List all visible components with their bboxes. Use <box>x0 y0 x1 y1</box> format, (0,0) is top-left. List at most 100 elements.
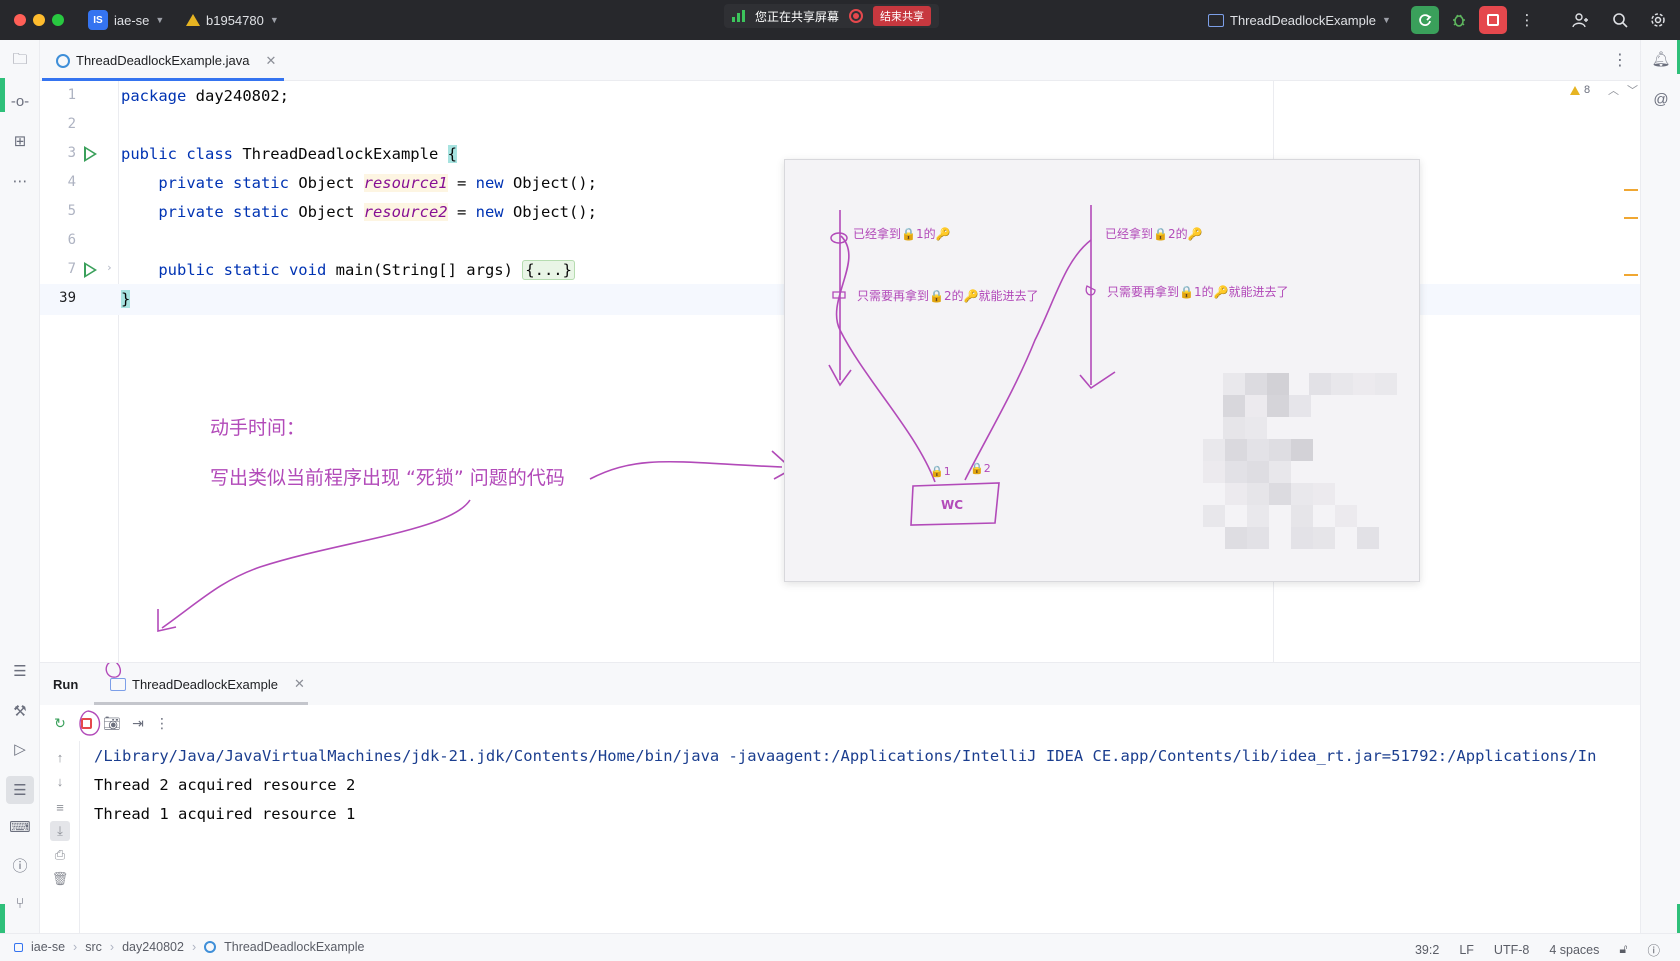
problems-tool-button[interactable]: ⓘ <box>9 854 31 876</box>
run-config-selector[interactable]: ThreadDeadlockExample ▼ <box>1208 10 1391 30</box>
rerun-button[interactable] <box>1411 6 1439 34</box>
terminal-icon: ⌨ <box>9 819 31 836</box>
run-tool-button[interactable]: ☰ <box>6 776 34 804</box>
search-button[interactable] <box>1606 6 1634 34</box>
add-user-button[interactable] <box>1566 6 1594 34</box>
console-line: Thread 2 acquired resource 2 <box>94 776 356 794</box>
terminal-tool-button[interactable]: ⌨ <box>9 816 31 838</box>
soft-wrap-button[interactable]: ≡ <box>50 797 70 817</box>
right-tool-strip: 🔔︎ @ <box>1640 40 1680 933</box>
recording-icon <box>849 9 864 23</box>
chevron-right-icon: › <box>191 940 197 954</box>
hammer-icon: ⚒ <box>13 703 27 720</box>
spiral-icon: @ <box>1653 90 1669 108</box>
branch-name: b1954780 <box>206 12 264 28</box>
stop-share-button[interactable]: 结束共享 <box>873 6 932 26</box>
services-icon: ▷ <box>14 741 26 758</box>
project-tool-button[interactable]: 🗀 <box>9 50 31 72</box>
console-line: Thread 1 acquired resource 1 <box>94 805 356 823</box>
share-status-text: 您正在共享屏幕 <box>755 9 840 24</box>
breadcrumb-item[interactable]: day240802 <box>122 940 184 954</box>
share-indicator <box>0 904 5 933</box>
more-vertical-icon: ⋮ <box>1612 52 1628 69</box>
debug-button[interactable] <box>1445 6 1473 34</box>
stop-button[interactable] <box>1479 6 1507 34</box>
breadcrumb-item[interactable]: iae-se <box>31 940 65 954</box>
tab-label: ThreadDeadlockExample.java <box>76 53 250 68</box>
settings-button[interactable] <box>1644 6 1672 34</box>
git-tool-button[interactable]: ⑂ <box>9 892 31 914</box>
scroll-up-button[interactable]: ↑ <box>50 747 70 767</box>
print-button[interactable]: ⎙ <box>50 845 70 865</box>
lock-1-label: 🔒1 <box>930 465 951 478</box>
vcs-branch-widget[interactable]: b1954780 ▼ <box>186 10 279 30</box>
annotation-circles <box>79 663 122 736</box>
commit-tool-button[interactable]: -o- <box>9 90 31 112</box>
printer-icon: ⎙ <box>54 847 66 862</box>
left-tool-strip: 🗀 -o- ⊞ ⋯ ☰ ⚒ ▷ ☰ ⌨ ⓘ ⑂ <box>0 40 40 933</box>
chevron-down-icon: ▼ <box>269 15 279 25</box>
stop-icon <box>1487 14 1499 26</box>
wrap-icon: ≡ <box>56 799 64 815</box>
scroll-to-end-button[interactable]: ⤓ <box>50 821 70 841</box>
wc-box-label: WC <box>941 498 964 512</box>
structure-tool-button[interactable]: ⊞ <box>9 130 31 152</box>
chevron-right-icon: › <box>73 940 78 954</box>
bell-icon: 🔔︎ <box>1651 51 1671 68</box>
scroll-down-button[interactable]: ↓ <box>50 771 70 791</box>
close-icon[interactable]: ✕ <box>265 53 276 69</box>
indent-setting[interactable]: 4 spaces <box>1549 943 1599 957</box>
warning-icon <box>186 14 200 26</box>
breadcrumb: iae-se › src › day240802 › ThreadDeadloc… <box>14 940 364 954</box>
project-widget[interactable]: IS iae-se ▼ <box>88 10 164 30</box>
console-output[interactable]: /Library/Java/JavaVirtualMachines/jdk-21… <box>94 741 1640 934</box>
read-only-toggle-icon[interactable]: 🔓︎ <box>1619 942 1627 957</box>
ai-assistant-button[interactable]: @ <box>1650 88 1672 110</box>
run-toolbar: ↻ 📷︎ ⇥ ⋮ <box>40 705 1640 741</box>
git-branch-icon: ⑂ <box>15 894 25 912</box>
close-window-button[interactable] <box>14 14 26 26</box>
folder-icon: 🗀 <box>12 50 28 68</box>
signal-bars-icon <box>732 10 745 22</box>
tab-options-button[interactable]: ⋮ <box>1612 50 1628 70</box>
zoom-window-button[interactable] <box>52 14 64 26</box>
rerun-icon <box>1419 14 1432 26</box>
clear-console-button[interactable]: 🗑︎ <box>50 869 70 889</box>
breadcrumb-item[interactable]: ThreadDeadlockExample <box>224 940 364 954</box>
file-encoding[interactable]: UTF-8 <box>1494 943 1529 957</box>
line-separator[interactable]: LF <box>1459 943 1474 957</box>
services-tool-button[interactable]: ▷ <box>9 738 31 760</box>
share-indicator <box>0 78 5 112</box>
commit-icon: -o- <box>10 92 30 110</box>
search-icon <box>1613 13 1628 28</box>
more-tools-button[interactable]: ⋯ <box>9 170 31 192</box>
ide-window: IS iae-se ▼ b1954780 ▼ 您正在共享屏幕 结束共享 Thre… <box>0 0 1680 961</box>
editor-tab-bar: ThreadDeadlockExample.java ✕ ⋮ <box>40 40 1640 81</box>
more-vertical-icon: ⋮ <box>1519 12 1535 29</box>
tab-threaddeadlockexample[interactable]: ThreadDeadlockExample.java ✕ <box>40 40 284 81</box>
run-list-icon: ☰ <box>13 782 27 799</box>
lock-2-label: 🔒2 <box>970 462 991 475</box>
caret-position[interactable]: 39:2 <box>1415 943 1439 957</box>
list-icon: ☰ <box>13 663 27 680</box>
more-horizontal-icon: ⋯ <box>12 173 28 190</box>
project-name: iae-se <box>114 12 150 28</box>
todo-tool-button[interactable]: ☰ <box>9 660 31 682</box>
notifications-button[interactable]: 🔔︎ <box>1650 48 1672 70</box>
deadlock-sketch: 已经拿到🔒1的🔑 只需要再拿到🔒2的🔑就能进去了 已经拿到🔒2的🔑 只需要再拿到… <box>784 159 1420 582</box>
sketch-drawing <box>828 205 1116 526</box>
minimize-window-button[interactable] <box>33 14 45 26</box>
alert-circle-icon[interactable]: ⓘ <box>1647 940 1660 959</box>
sketch-left-bottom-note: 只需要再拿到🔒2的🔑就能进去了 <box>857 289 1039 303</box>
breadcrumb-item[interactable]: src <box>85 940 102 954</box>
project-badge: IS <box>88 10 108 30</box>
arrow-up-icon: ↑ <box>56 749 64 765</box>
more-actions-button[interactable]: ⋮ <box>1513 6 1541 34</box>
bug-icon <box>1453 14 1465 27</box>
run-header: Run ThreadDeadlockExample ✕ <box>40 663 1640 705</box>
status-widgets: 39:2 LF UTF-8 4 spaces 🔓︎ ⓘ <box>1415 940 1660 959</box>
close-icon[interactable]: ✕ <box>294 676 305 692</box>
sketch-left-top-note: 已经拿到🔒1的🔑 <box>853 227 951 241</box>
build-tool-button[interactable]: ⚒ <box>9 700 31 722</box>
screen-share-banner: 您正在共享屏幕 结束共享 <box>724 4 940 28</box>
